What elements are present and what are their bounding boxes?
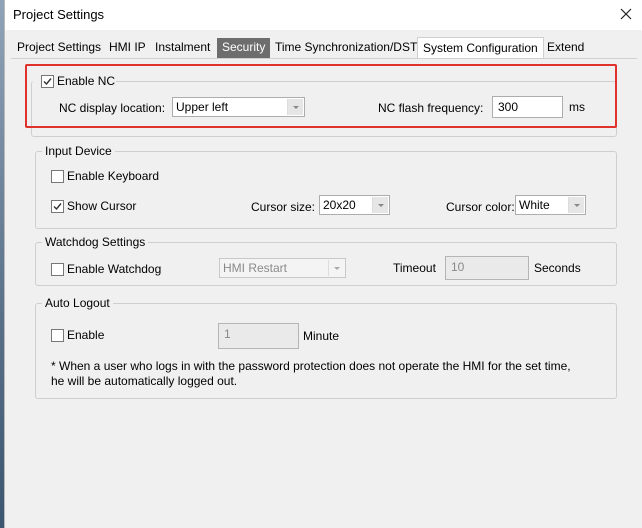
chevron-down-icon — [573, 203, 580, 207]
checkmark-icon — [43, 77, 52, 85]
timeout-input[interactable]: 10 — [445, 256, 529, 280]
project-settings-dialog: Project Settings Project Settings HMI IP… — [4, 0, 642, 528]
auto-logout-title: Auto Logout — [42, 295, 113, 311]
tab-extend[interactable]: Extend — [542, 38, 589, 58]
input-device-title: Input Device — [42, 143, 115, 159]
nc-flash-label: NC flash frequency: — [378, 101, 484, 115]
nc-location-label: NC display location: — [59, 101, 166, 115]
timeout-unit: Seconds — [534, 261, 581, 275]
watchdog-action-select[interactable]: HMI Restart — [219, 258, 346, 278]
checkmark-icon — [53, 202, 62, 210]
tab-hmi-ip[interactable]: HMI IP — [104, 38, 151, 58]
show-cursor-checkbox[interactable]: Show Cursor — [51, 198, 136, 214]
chevron-down-icon — [333, 266, 340, 270]
tab-bar: Project Settings HMI IP Instalment Secur… — [11, 37, 637, 58]
auto-logout-minutes-input[interactable]: 1 — [218, 323, 299, 349]
show-cursor-check-box[interactable] — [51, 199, 64, 213]
enable-keyboard-label: Enable Keyboard — [67, 169, 160, 183]
nc-location-select[interactable]: Upper left — [172, 97, 305, 117]
enable-keyboard-check-box[interactable] — [51, 169, 64, 183]
tab-panel-system-configuration: Enable NC NC display location: Upper lef… — [11, 58, 637, 528]
title-bar: Project Settings — [5, 0, 642, 30]
tab-time-synchronization[interactable]: Time Synchronization/DST — [270, 38, 422, 58]
enable-nc-check-box[interactable] — [41, 74, 54, 88]
enable-nc-checkbox[interactable]: Enable NC — [41, 73, 115, 89]
nc-location-dropdown-button[interactable] — [287, 99, 303, 115]
cursor-size-dropdown-button[interactable] — [372, 197, 388, 213]
cursor-size-select[interactable]: 20x20 — [319, 195, 390, 215]
tab-project-settings[interactable]: Project Settings — [12, 38, 106, 58]
nc-location-value: Upper left — [176, 100, 229, 114]
cursor-color-label: Cursor color: — [446, 200, 515, 214]
cursor-color-dropdown-button[interactable] — [568, 197, 584, 213]
auto-logout-minutes-value: 1 — [224, 327, 231, 341]
watchdog-action-dropdown-button[interactable] — [328, 260, 344, 276]
enable-auto-logout-checkbox[interactable]: Enable — [51, 327, 104, 343]
watchdog-action-value: HMI Restart — [223, 261, 288, 275]
enable-auto-logout-label: Enable — [67, 328, 105, 342]
cursor-color-select[interactable]: White — [515, 195, 586, 215]
chevron-down-icon — [377, 203, 384, 207]
tab-system-configuration[interactable]: System Configuration — [417, 37, 544, 58]
watchdog-title: Watchdog Settings — [42, 234, 149, 250]
auto-logout-minutes-unit: Minute — [303, 329, 340, 343]
timeout-value: 10 — [451, 260, 465, 274]
cursor-size-label: Cursor size: — [251, 200, 316, 214]
window-title: Project Settings — [13, 7, 105, 22]
input-device-group: Input Device — [35, 143, 617, 229]
nc-flash-input[interactable]: 300 — [492, 96, 563, 118]
cursor-color-value: White — [519, 198, 550, 212]
cursor-size-value: 20x20 — [323, 198, 356, 212]
nc-flash-unit: ms — [569, 100, 585, 114]
enable-keyboard-checkbox[interactable]: Enable Keyboard — [51, 168, 159, 184]
close-icon — [620, 8, 632, 20]
close-button[interactable] — [609, 0, 642, 28]
enable-nc-label: Enable NC — [57, 74, 116, 88]
enable-auto-logout-check-box[interactable] — [51, 328, 64, 342]
nc-flash-value: 300 — [498, 100, 519, 114]
enable-watchdog-checkbox[interactable]: Enable Watchdog — [51, 261, 161, 277]
auto-logout-note: * When a user who logs in with the passw… — [51, 359, 571, 388]
show-cursor-label: Show Cursor — [67, 199, 137, 213]
timeout-label: Timeout — [393, 261, 436, 275]
tab-security[interactable]: Security — [217, 38, 271, 58]
tab-instalment[interactable]: Instalment — [150, 38, 215, 58]
enable-watchdog-check-box[interactable] — [51, 262, 64, 276]
chevron-down-icon — [292, 105, 299, 109]
enable-watchdog-label: Enable Watchdog — [67, 262, 162, 276]
